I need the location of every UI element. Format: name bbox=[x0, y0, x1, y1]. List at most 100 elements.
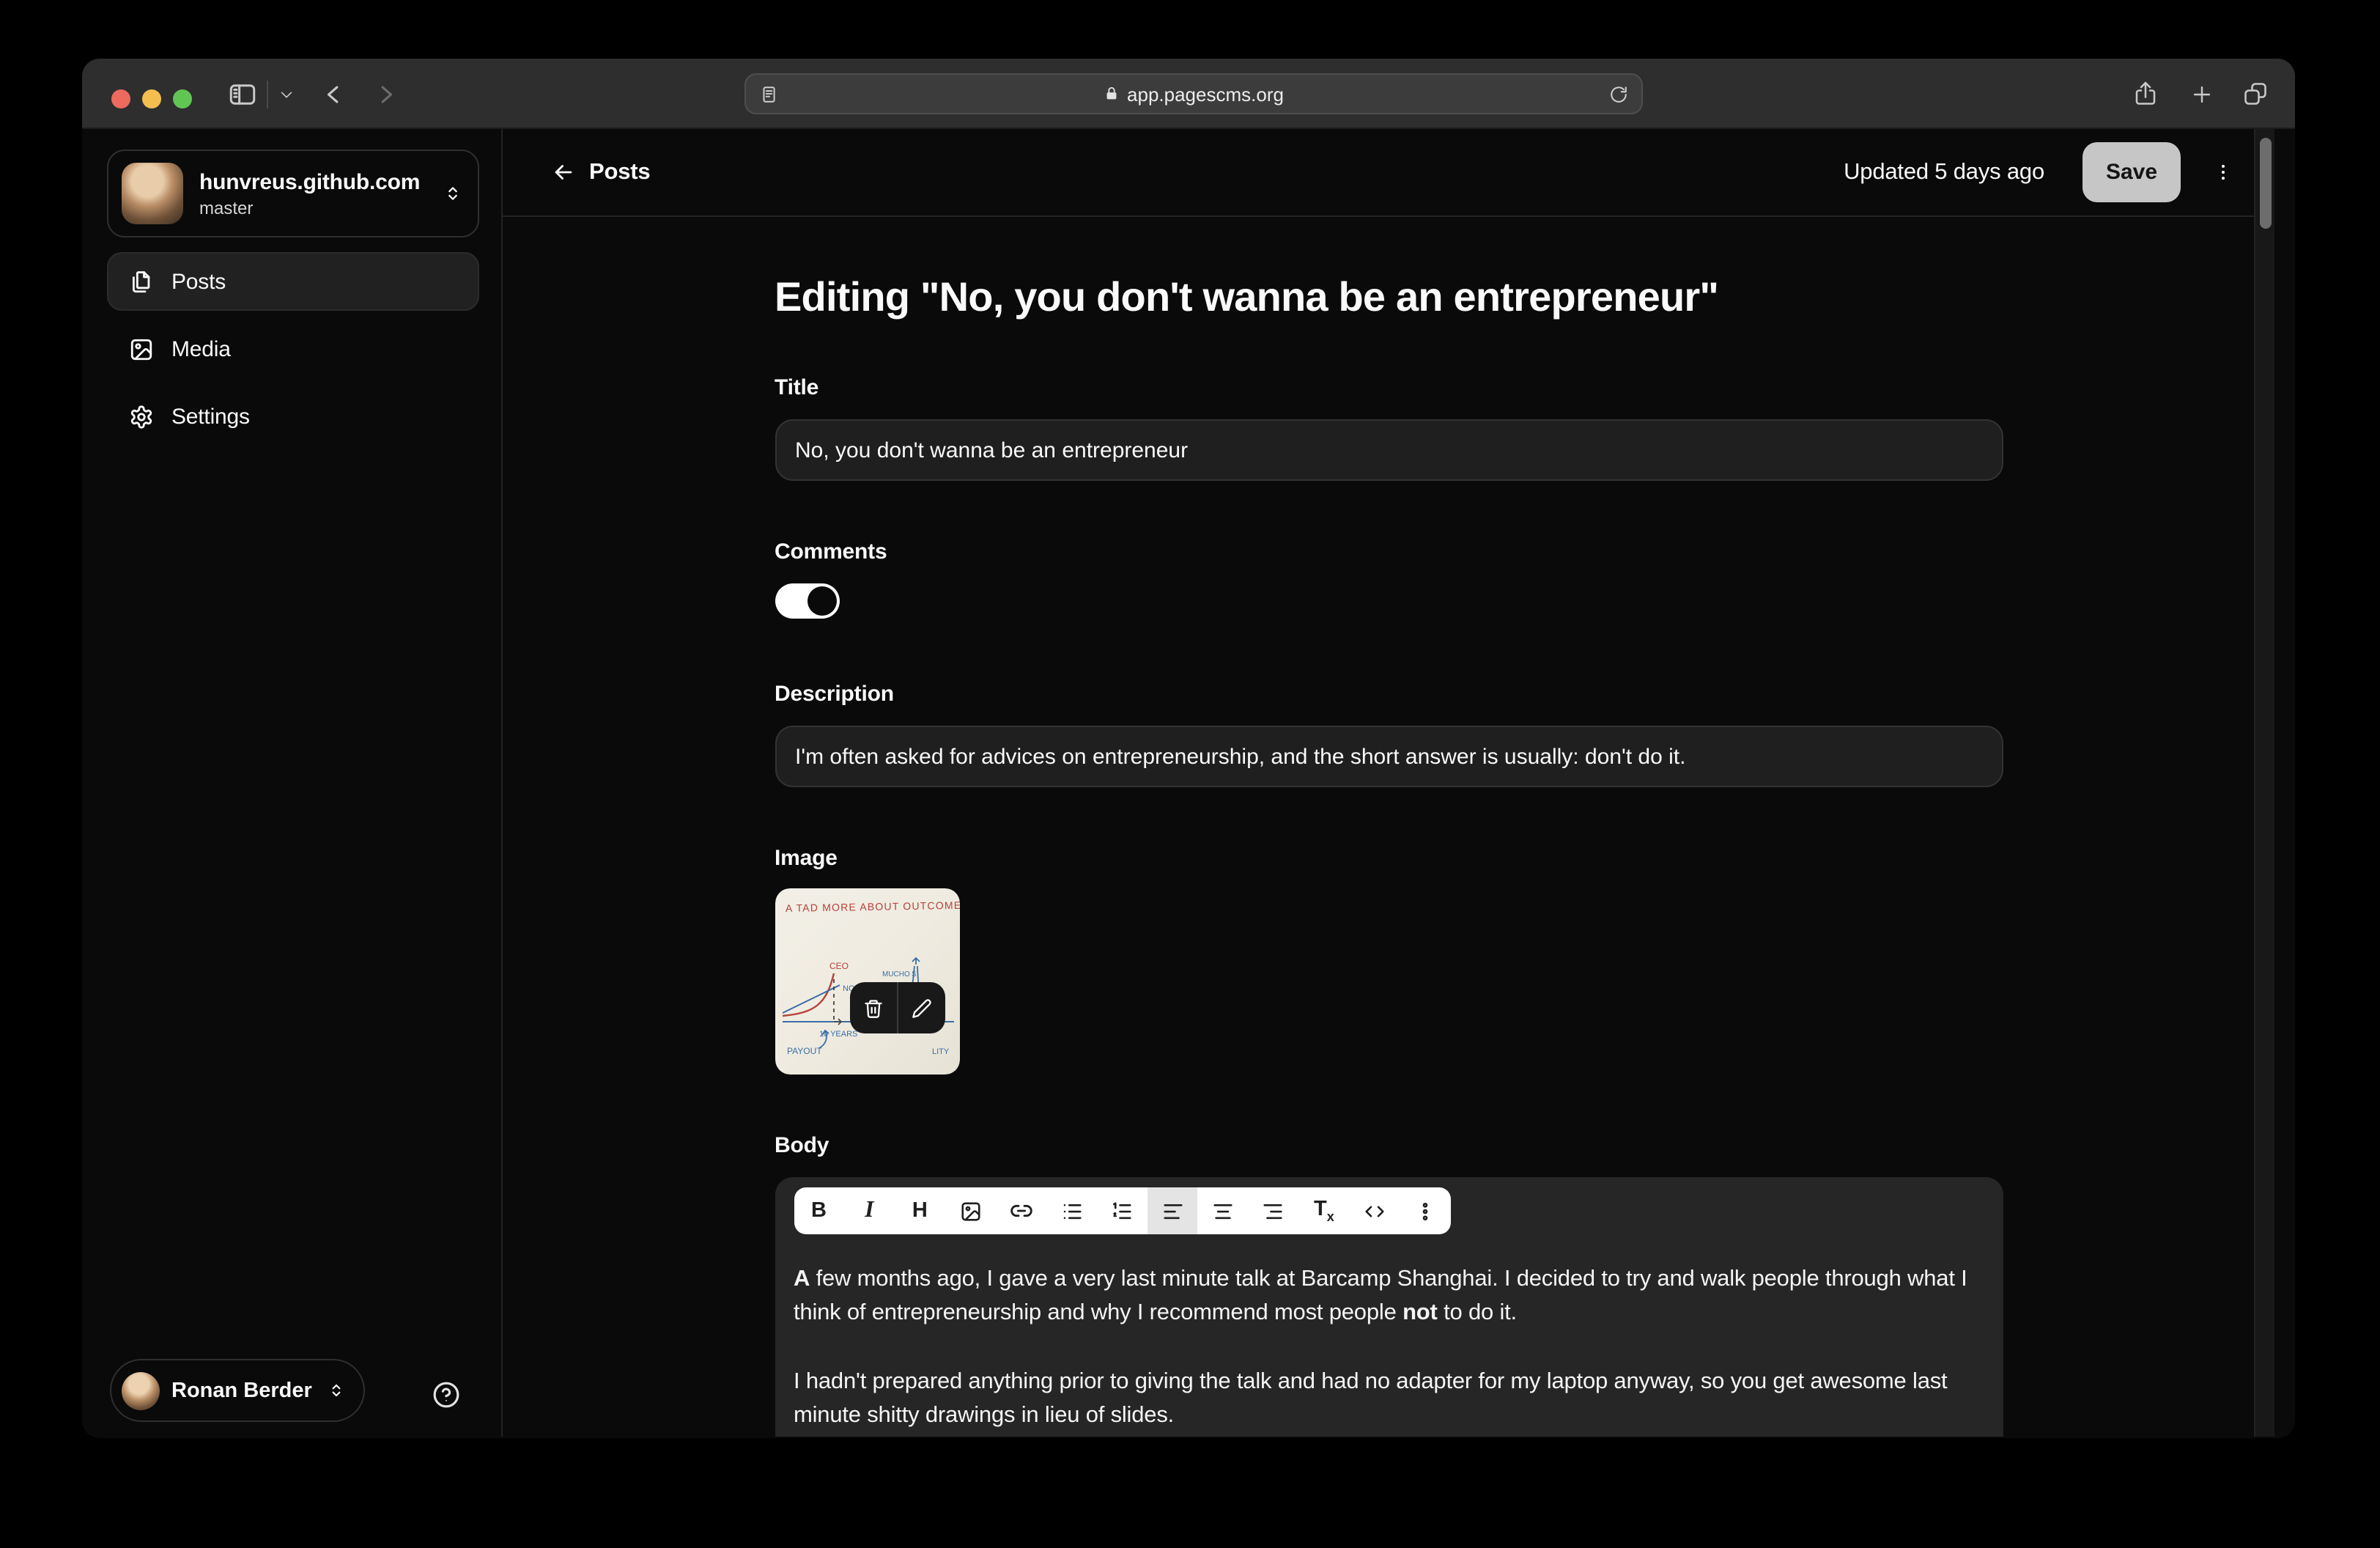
share-icon bbox=[2132, 81, 2159, 107]
whiteboard-sketch-image: A TAD MORE ABOUT OUTCOMES CEO NOT CEO 10… bbox=[775, 888, 959, 1075]
plus-icon bbox=[2189, 81, 2214, 106]
description-label: Description bbox=[775, 682, 2003, 707]
tabs-icon bbox=[2242, 81, 2269, 107]
back-label: Posts bbox=[589, 159, 650, 185]
image-thumbnail[interactable]: A TAD MORE ABOUT OUTCOMES CEO NOT CEO 10… bbox=[775, 888, 959, 1075]
toggle-knob bbox=[807, 586, 836, 616]
delete-image-button[interactable] bbox=[849, 982, 896, 1033]
save-button[interactable]: Save bbox=[2082, 142, 2181, 202]
repo-avatar bbox=[122, 163, 183, 224]
image-button[interactable] bbox=[945, 1187, 996, 1234]
sidebar-item-label: Settings bbox=[171, 404, 250, 429]
sidebar-menu-chevron-button[interactable] bbox=[273, 59, 299, 129]
sketch-mucho-text: MUCHO $ bbox=[882, 970, 916, 978]
body-label: Body bbox=[775, 1133, 2003, 1158]
toggle-sidebar-button[interactable] bbox=[223, 59, 261, 129]
chevron-down-icon bbox=[278, 86, 294, 102]
body-content[interactable]: A few months ago, I gave a very last min… bbox=[794, 1234, 1984, 1432]
code-button[interactable] bbox=[1349, 1187, 1400, 1234]
align-left-button[interactable] bbox=[1148, 1187, 1198, 1234]
pencil-icon bbox=[911, 998, 931, 1018]
sidebar-item-label: Posts bbox=[171, 269, 226, 294]
sidebar-item-posts[interactable]: Posts bbox=[107, 252, 479, 311]
settings-icon bbox=[129, 404, 154, 429]
lock-icon bbox=[1104, 85, 1120, 103]
more-options-button[interactable] bbox=[2213, 160, 2233, 185]
posts-icon bbox=[129, 269, 154, 294]
body-paragraph: I hadn't prepared anything prior to givi… bbox=[794, 1366, 1984, 1432]
tab-overview-button[interactable] bbox=[2233, 59, 2277, 129]
body-editor[interactable]: BIH Tx A few months ago, I gave a very la… bbox=[775, 1177, 2003, 1437]
italic-button[interactable]: I bbox=[844, 1187, 895, 1234]
trash-icon bbox=[862, 998, 883, 1018]
help-button[interactable] bbox=[432, 1381, 460, 1409]
sidebar-item-media[interactable]: Media bbox=[107, 320, 479, 378]
comments-toggle[interactable] bbox=[775, 583, 839, 619]
more-button[interactable] bbox=[1400, 1187, 1450, 1234]
screen: app.pagescms.org bbox=[0, 0, 2380, 1548]
heading-button[interactable]: H bbox=[895, 1187, 945, 1234]
repo-selector[interactable]: hunvreus.github.com master bbox=[107, 150, 479, 237]
forward-button[interactable] bbox=[366, 59, 402, 129]
align-center-button[interactable] bbox=[1198, 1187, 1249, 1234]
sidebar-item-settings[interactable]: Settings bbox=[107, 387, 479, 446]
bullet-list-button[interactable] bbox=[1046, 1187, 1097, 1234]
repo-branch: master bbox=[199, 197, 443, 218]
sidebar-item-label: Media bbox=[171, 336, 231, 361]
media-icon bbox=[129, 336, 154, 361]
toolbar-divider bbox=[267, 81, 268, 108]
image-label: Image bbox=[775, 846, 2003, 871]
clear-formatting-button[interactable]: Tx bbox=[1298, 1187, 1349, 1234]
address-bar[interactable]: app.pagescms.org bbox=[744, 73, 1643, 114]
user-name: Ronan Berder bbox=[171, 1379, 327, 1402]
scrollbar-track[interactable] bbox=[2254, 129, 2274, 1437]
ordered-list-button[interactable] bbox=[1097, 1187, 1148, 1234]
url-text: app.pagescms.org bbox=[1127, 83, 1284, 105]
arrow-left-icon bbox=[551, 160, 576, 185]
sidebar-nav: Posts Media Settings bbox=[107, 252, 479, 446]
page-title: Editing "No, you don't wanna be an entre… bbox=[775, 274, 2003, 321]
align-right-button[interactable] bbox=[1248, 1187, 1298, 1234]
editor-header: Posts Updated 5 days ago Save bbox=[503, 129, 2274, 217]
chevrons-up-down-icon bbox=[327, 1381, 346, 1400]
repo-name: hunvreus.github.com bbox=[199, 169, 443, 194]
zoom-window-button[interactable] bbox=[173, 89, 192, 108]
link-button[interactable] bbox=[996, 1187, 1046, 1234]
chevron-right-icon bbox=[372, 81, 396, 106]
back-to-posts-link[interactable]: Posts bbox=[551, 159, 650, 185]
sketch-lity-text: LITY bbox=[931, 1047, 949, 1056]
title-label: Title bbox=[775, 375, 2003, 400]
title-input[interactable] bbox=[775, 419, 2003, 481]
body-paragraph: A few months ago, I gave a very last min… bbox=[794, 1264, 1984, 1330]
comments-label: Comments bbox=[775, 539, 2003, 564]
main-panel: Posts Updated 5 days ago Save Editing "N… bbox=[503, 129, 2274, 1437]
new-tab-button[interactable] bbox=[2179, 59, 2223, 129]
minimize-window-button[interactable] bbox=[142, 89, 161, 108]
formatting-toolbar: BIH Tx bbox=[794, 1187, 1450, 1234]
edit-image-button[interactable] bbox=[896, 982, 945, 1033]
close-window-button[interactable] bbox=[111, 89, 130, 108]
share-button[interactable] bbox=[2124, 59, 2168, 129]
scrollbar-thumb[interactable] bbox=[2260, 138, 2272, 229]
safari-window: app.pagescms.org bbox=[82, 59, 2295, 1438]
chevron-left-icon bbox=[322, 81, 347, 106]
reload-button[interactable] bbox=[1609, 84, 1628, 103]
sketch-payout-text: PAYOUT bbox=[786, 1046, 821, 1056]
reader-view-icon[interactable] bbox=[759, 83, 778, 105]
back-button[interactable] bbox=[317, 59, 352, 129]
reload-icon bbox=[1609, 84, 1628, 103]
sidebar-icon bbox=[226, 78, 257, 109]
editor-form: Editing "No, you don't wanna be an entre… bbox=[775, 274, 2003, 1437]
sketch-ceo-text: CEO bbox=[829, 961, 848, 971]
circle-help-icon bbox=[432, 1381, 460, 1409]
sidebar: hunvreus.github.com master Posts Media Set… bbox=[82, 129, 503, 1437]
image-actions bbox=[849, 982, 945, 1033]
chevrons-up-down-icon bbox=[443, 183, 463, 204]
pages-cms-app: hunvreus.github.com master Posts Media Set… bbox=[82, 129, 2295, 1437]
browser-toolbar: app.pagescms.org bbox=[82, 59, 2295, 129]
user-menu[interactable]: Ronan Berder bbox=[110, 1359, 365, 1422]
description-input[interactable] bbox=[775, 726, 2003, 787]
bold-button[interactable]: B bbox=[794, 1187, 844, 1234]
kebab-icon bbox=[2213, 160, 2233, 185]
user-avatar bbox=[122, 1371, 160, 1409]
